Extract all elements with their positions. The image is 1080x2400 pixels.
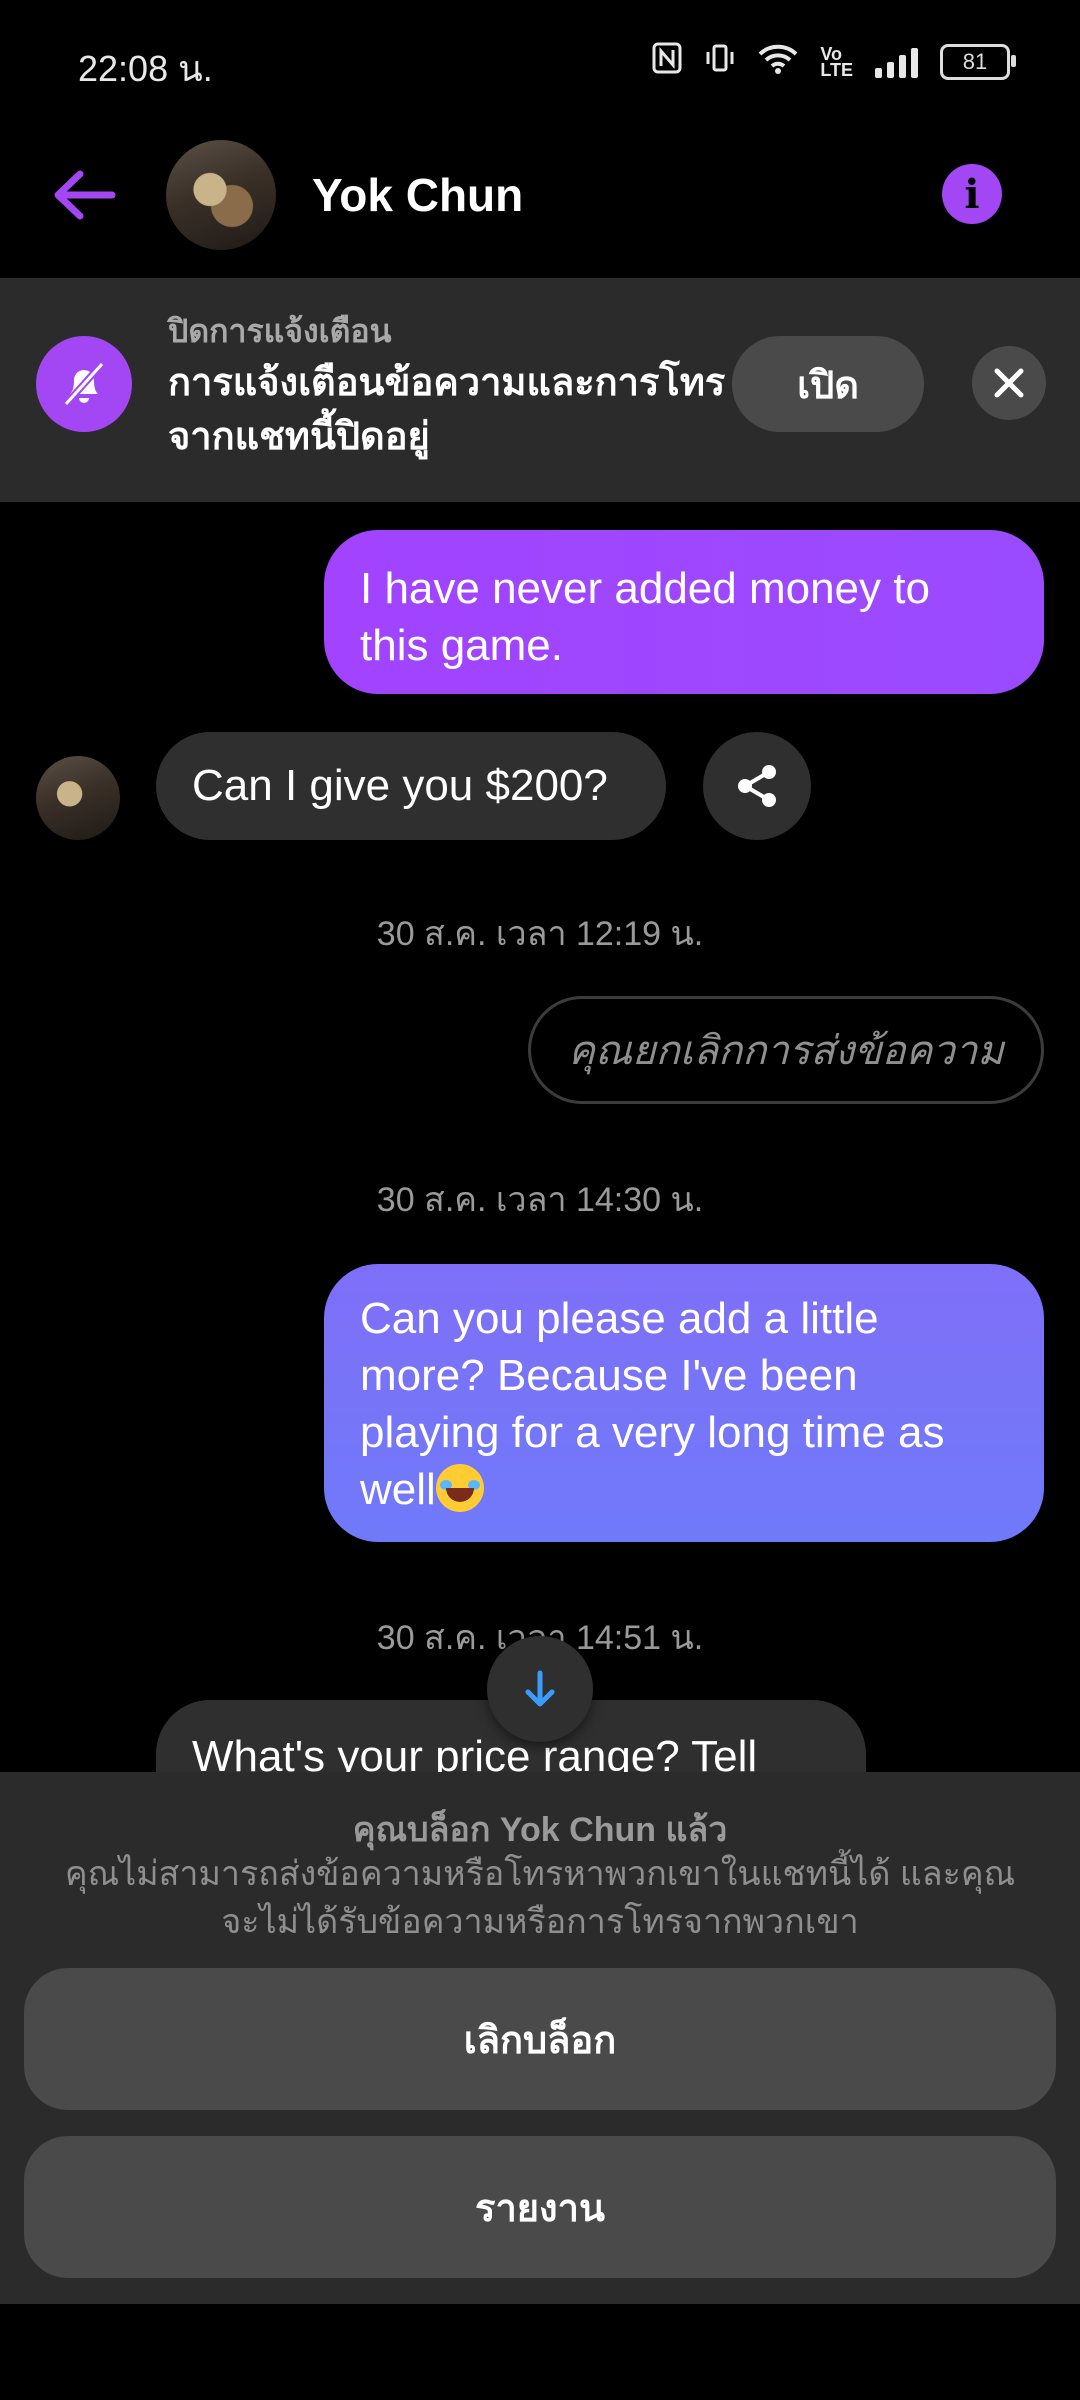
blocked-title: คุณบล็อก Yok Chun แล้ว — [352, 1811, 728, 1849]
info-button[interactable]: i — [942, 164, 1002, 224]
message-outgoing[interactable]: I have never added money to this game. — [324, 530, 1044, 694]
contact-avatar[interactable] — [166, 140, 276, 250]
arrow-down-icon — [525, 1670, 555, 1707]
signal-icon — [875, 46, 918, 78]
mute-title: ปิดการแจ้งเตือน — [168, 313, 392, 349]
close-icon — [994, 368, 1024, 398]
dismiss-banner-button[interactable] — [972, 346, 1046, 420]
laughing-emoji-icon — [435, 1464, 484, 1512]
report-button[interactable]: รายงาน — [24, 2136, 1056, 2278]
back-button[interactable] — [50, 160, 130, 230]
wifi-icon — [758, 42, 798, 82]
share-button[interactable] — [703, 732, 811, 840]
info-icon: i — [964, 170, 980, 218]
unblock-button[interactable]: เลิกบล็อก — [24, 1968, 1056, 2110]
nfc-icon — [652, 42, 682, 82]
back-arrow-icon — [54, 170, 116, 220]
volte-icon: Vo LTE — [820, 44, 853, 80]
timestamp: 30 ส.ค. เวลา 14:30 น. — [376, 1181, 704, 1219]
scroll-to-bottom-button[interactable] — [487, 1636, 593, 1742]
battery-icon: 81 — [940, 44, 1016, 80]
status-icons: Vo LTE 81 — [652, 42, 1016, 82]
timestamp: 30 ส.ค. เวลา 12:19 น. — [376, 915, 704, 953]
status-time: 22:08 น. — [78, 48, 213, 89]
bell-off-icon — [36, 336, 132, 432]
share-icon — [738, 765, 776, 807]
blocked-description: คุณไม่สามารถส่งข้อความหรือโทรหาพวกเขาในแ… — [64, 1855, 1016, 1941]
contact-name[interactable]: Yok Chun — [312, 168, 523, 222]
message-incoming[interactable]: Can I give you $200? — [156, 732, 666, 840]
vibrate-icon — [704, 42, 736, 82]
unsent-message: คุณยกเลิกการส่งข้อความ — [528, 996, 1044, 1104]
sender-avatar[interactable] — [36, 756, 120, 840]
message-outgoing[interactable]: Can you please add a little more? Becaus… — [324, 1264, 1044, 1542]
unmute-button[interactable]: เปิด — [732, 336, 924, 432]
mute-description: การแจ้งเตือนข้อความและการโทรจากแชทนี้ปิด… — [168, 362, 726, 458]
